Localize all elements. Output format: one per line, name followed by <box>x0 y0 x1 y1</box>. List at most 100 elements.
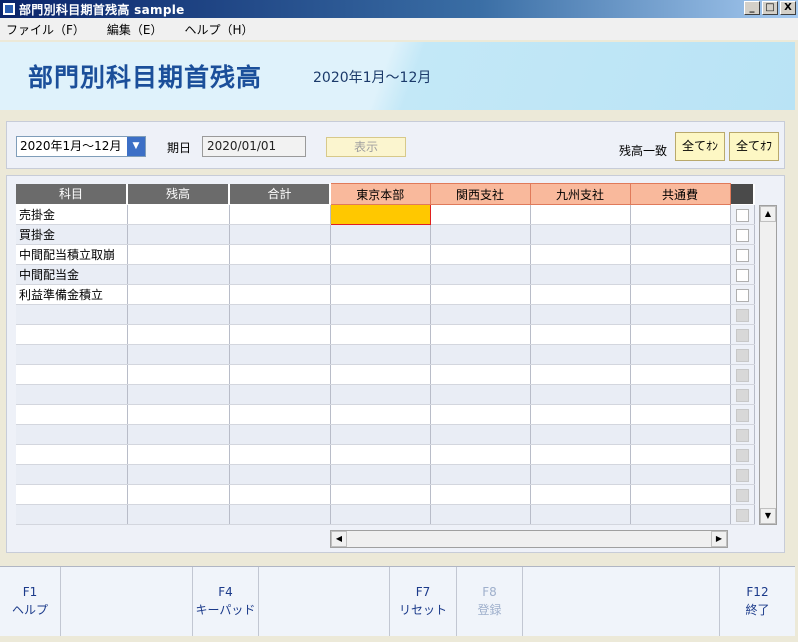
menu-edit[interactable]: 編集（E） <box>107 21 163 38</box>
cell-tokyo[interactable] <box>330 304 431 325</box>
cell-kansai[interactable] <box>430 424 531 445</box>
match-checkbox[interactable] <box>735 208 749 222</box>
cell-common[interactable] <box>630 244 731 265</box>
all-off-button[interactable]: 全てｵﾌ <box>729 132 779 161</box>
cell-kansai[interactable] <box>430 344 531 365</box>
table-row[interactable]: 買掛金 <box>16 224 755 245</box>
cell-kyushu[interactable] <box>530 484 631 505</box>
cell-tokyo[interactable] <box>330 324 431 345</box>
cell-tokyo[interactable] <box>330 504 431 525</box>
cell-common[interactable] <box>630 484 731 505</box>
table-row[interactable] <box>16 484 755 505</box>
table-row[interactable]: 中間配当積立取崩 <box>16 244 755 265</box>
cell-tokyo[interactable] <box>330 444 431 465</box>
maximize-button[interactable]: □ <box>762 1 778 15</box>
scroll-left-icon[interactable]: ◀ <box>331 531 347 547</box>
cell-tokyo[interactable] <box>330 344 431 365</box>
cell-common[interactable] <box>630 504 731 525</box>
cell-tokyo[interactable] <box>330 284 431 305</box>
chevron-down-icon[interactable]: ▼ <box>127 137 145 156</box>
match-checkbox[interactable] <box>735 248 749 262</box>
column-header-common[interactable]: 共通費 <box>629 183 731 205</box>
cell-common[interactable] <box>630 464 731 485</box>
all-on-button[interactable]: 全てｵﾝ <box>675 132 725 161</box>
show-button[interactable]: 表示 <box>326 137 406 157</box>
f8-register-button[interactable]: F8 登録 <box>457 567 523 636</box>
f12-exit-button[interactable]: F12 終了 <box>720 567 795 636</box>
table-row[interactable] <box>16 404 755 425</box>
f1-help-button[interactable]: F1 ヘルプ <box>0 567 61 636</box>
menu-help[interactable]: ヘルプ（H） <box>185 21 254 38</box>
cell-kansai[interactable] <box>430 284 531 305</box>
cell-kansai[interactable] <box>430 304 531 325</box>
cell-kyushu[interactable] <box>530 344 631 365</box>
cell-kyushu[interactable] <box>530 284 631 305</box>
cell-tokyo[interactable] <box>330 404 431 425</box>
table-row[interactable] <box>16 504 755 525</box>
cell-kyushu[interactable] <box>530 424 631 445</box>
cell-common[interactable] <box>630 384 731 405</box>
cell-kyushu[interactable] <box>530 384 631 405</box>
table-row[interactable] <box>16 324 755 345</box>
column-header-kyushu[interactable]: 九州支社 <box>529 183 631 205</box>
table-row[interactable]: 中間配当金 <box>16 264 755 285</box>
table-row[interactable] <box>16 344 755 365</box>
cell-kyushu[interactable] <box>530 224 631 245</box>
table-row[interactable] <box>16 424 755 445</box>
cell-common[interactable] <box>630 404 731 425</box>
column-header-tokyo[interactable]: 東京本部 <box>329 183 431 205</box>
column-header-kansai[interactable]: 関西支社 <box>429 183 531 205</box>
cell-kansai[interactable] <box>430 264 531 285</box>
cell-tokyo[interactable] <box>330 364 431 385</box>
scroll-down-icon[interactable]: ▼ <box>760 508 776 524</box>
cell-tokyo[interactable] <box>330 424 431 445</box>
cell-kansai[interactable] <box>430 324 531 345</box>
table-row[interactable] <box>16 464 755 485</box>
cell-kansai[interactable] <box>430 444 531 465</box>
scroll-up-icon[interactable]: ▲ <box>760 206 776 222</box>
menu-file[interactable]: ファイル（F） <box>6 21 85 38</box>
cell-kyushu[interactable] <box>530 264 631 285</box>
cell-kansai[interactable] <box>430 384 531 405</box>
cell-kyushu[interactable] <box>530 364 631 385</box>
cell-kyushu[interactable] <box>530 504 631 525</box>
cell-kyushu[interactable] <box>530 204 631 225</box>
table-row[interactable]: 利益準備金積立 <box>16 284 755 305</box>
f7-reset-button[interactable]: F7 リセット <box>390 567 457 636</box>
table-row[interactable] <box>16 364 755 385</box>
cell-kyushu[interactable] <box>530 244 631 265</box>
horizontal-scrollbar[interactable]: ◀ ▶ <box>330 530 728 548</box>
cell-kansai[interactable] <box>430 244 531 265</box>
date-field[interactable]: 2020/01/01 <box>202 136 306 157</box>
cell-tokyo[interactable] <box>330 264 431 285</box>
cell-kyushu[interactable] <box>530 444 631 465</box>
cell-common[interactable] <box>630 424 731 445</box>
minimize-button[interactable]: _ <box>744 1 760 15</box>
cell-kansai[interactable] <box>430 504 531 525</box>
cell-kansai[interactable] <box>430 464 531 485</box>
table-row[interactable] <box>16 304 755 325</box>
table-row[interactable] <box>16 444 755 465</box>
cell-kyushu[interactable] <box>530 324 631 345</box>
cell-tokyo[interactable] <box>329 204 431 225</box>
cell-common[interactable] <box>630 304 731 325</box>
f4-keypad-button[interactable]: F4 キーパッド <box>193 567 259 636</box>
cell-common[interactable] <box>630 364 731 385</box>
close-button[interactable]: X <box>780 1 796 15</box>
cell-common[interactable] <box>630 324 731 345</box>
cell-kansai[interactable] <box>430 484 531 505</box>
cell-common[interactable] <box>630 224 731 245</box>
table-row[interactable] <box>16 384 755 405</box>
cell-tokyo[interactable] <box>330 464 431 485</box>
cell-tokyo[interactable] <box>330 484 431 505</box>
cell-kansai[interactable] <box>430 404 531 425</box>
cell-common[interactable] <box>630 204 731 225</box>
cell-common[interactable] <box>630 344 731 365</box>
vertical-scrollbar[interactable]: ▲ ▼ <box>759 205 777 525</box>
table-row[interactable]: 売掛金 <box>16 204 755 225</box>
cell-kyushu[interactable] <box>530 404 631 425</box>
cell-kansai[interactable] <box>430 364 531 385</box>
match-checkbox[interactable] <box>735 268 749 282</box>
cell-tokyo[interactable] <box>330 224 431 245</box>
cell-kyushu[interactable] <box>530 464 631 485</box>
